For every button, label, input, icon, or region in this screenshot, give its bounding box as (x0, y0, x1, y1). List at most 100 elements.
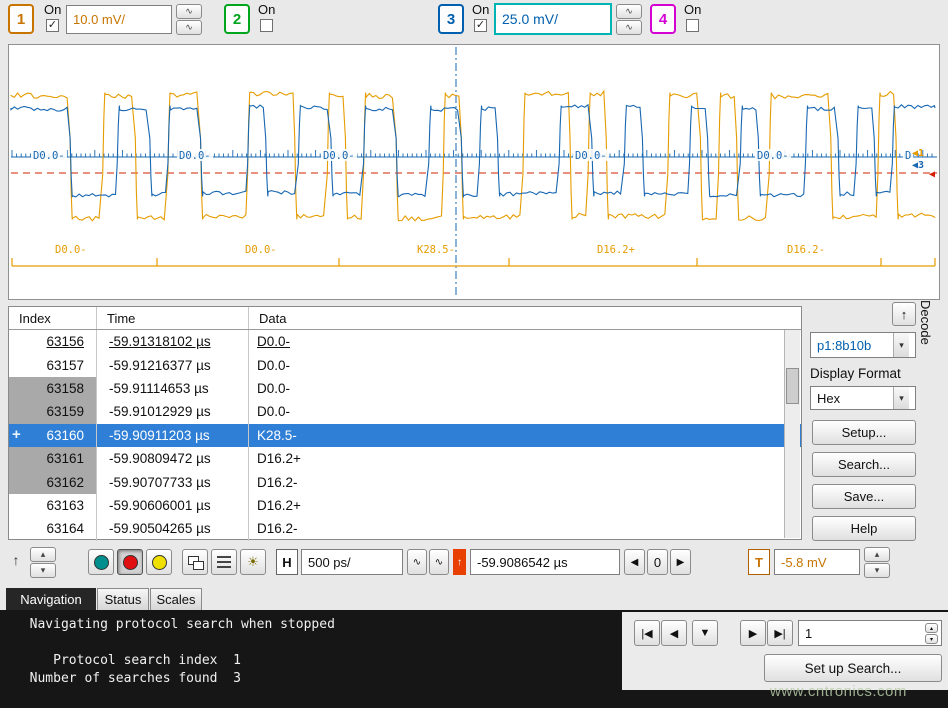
cell-time: -59.91114653 µs (97, 377, 249, 400)
spin-up-button[interactable]: ▴ (30, 547, 56, 562)
table-row[interactable]: 63159-59.91012929 µsD0.0- (9, 400, 801, 423)
horizontal-scale-field[interactable]: 500 ps/ (301, 549, 403, 575)
previous-result-button[interactable]: ◀ (661, 620, 687, 646)
channel-3-on-checkbox[interactable]: ✓ (474, 19, 487, 32)
cell-index: 63161 (9, 447, 97, 470)
svg-text:D: D (905, 150, 911, 162)
cell-data: D0.0- (249, 353, 801, 376)
channel-1-scale-up-button[interactable]: ∿ (176, 4, 202, 19)
channel-4-button[interactable]: 4 (650, 4, 676, 34)
svg-text:◀3: ◀3 (912, 160, 924, 171)
set-up-search-button[interactable]: Set up Search... (764, 654, 942, 682)
protocol-select[interactable]: p1:8b10b ▾ (810, 332, 916, 358)
table-row[interactable]: 63157-59.91216377 µsD0.0- (9, 353, 801, 376)
header-time: Time (97, 307, 249, 329)
svg-text:D0.0-: D0.0- (179, 150, 211, 162)
pan-left-button[interactable]: ◀ (624, 549, 645, 575)
waveform-display: D0.0-D0.0-K28.5-D16.2+D16.2-D0.0-D0.0-D0… (8, 44, 940, 300)
first-result-button[interactable]: |◀ (634, 620, 660, 646)
display-layout-button[interactable] (182, 549, 208, 575)
hscale-decrease-button[interactable]: ∿ (407, 549, 427, 575)
decode-panel-collapse-button[interactable]: ↑ (892, 302, 916, 326)
cell-time: -59.90606001 µs (97, 494, 249, 517)
table-row[interactable]: 63156-59.91318102 µsD0.0- (9, 330, 801, 353)
table-row[interactable]: 63164-59.90504265 µsD16.2- (9, 517, 801, 540)
channel-2-on-checkbox[interactable] (260, 19, 273, 32)
channel-3-button[interactable]: 3 (438, 4, 464, 34)
tab-status[interactable]: Status (97, 588, 149, 610)
channel-4-on-checkbox[interactable] (686, 19, 699, 32)
channel-3-scale-spinner: ∿ ∿ (616, 4, 642, 35)
tab-navigation[interactable]: Navigation (6, 588, 96, 610)
memory-yellow-button[interactable] (146, 549, 172, 575)
search-index-spinner: ▴ ▾ (925, 623, 938, 644)
channel-1-on-checkbox[interactable]: ✓ (46, 19, 59, 32)
pan-right-button[interactable]: ▶ (670, 549, 691, 575)
channel-3-scale-down-button[interactable]: ∿ (616, 20, 642, 35)
cell-index: 63156 (9, 330, 97, 353)
next-result-button[interactable]: ▶ (740, 620, 766, 646)
horizontal-menu-button[interactable]: H (276, 549, 298, 575)
save-button[interactable]: Save... (812, 484, 916, 509)
search-index-field[interactable]: 1 ▴ ▾ (798, 620, 942, 646)
vertical-spinner: ▴ ▾ (30, 547, 56, 578)
cell-time: -59.91318102 µs (97, 330, 249, 353)
up-arrow-icon: ↑ (901, 307, 908, 322)
chevron-down-icon: ▾ (893, 387, 909, 409)
spin-down-button[interactable]: ▾ (30, 563, 56, 578)
display-format-select[interactable]: Hex ▾ (810, 386, 916, 410)
protocol-select-value: p1:8b10b (817, 338, 871, 353)
decode-panel-tab[interactable]: Decode (918, 300, 933, 370)
watermark: www.cntronics.com (770, 683, 907, 700)
trigger-level-field[interactable]: -5.8 mV (774, 549, 860, 575)
table-row[interactable]: 63162-59.90707733 µsD16.2- (9, 470, 801, 493)
trigger-position-icon[interactable]: ↑ (453, 549, 466, 575)
channel-1-button[interactable]: 1 (8, 4, 34, 34)
trigger-menu-button[interactable]: T (748, 549, 770, 575)
setup-button[interactable]: Setup... (812, 420, 916, 445)
intensity-button[interactable]: ☀ (240, 549, 266, 575)
trigger-level-down-button[interactable]: ▾ (864, 563, 890, 578)
channel-1-scale-down-button[interactable]: ∿ (176, 20, 202, 35)
channel-1-scale-field[interactable]: 10.0 mV/ (66, 5, 172, 34)
tab-scales[interactable]: Scales (150, 588, 202, 610)
cell-time: -59.91216377 µs (97, 353, 249, 376)
zero-position-button[interactable]: 0 (647, 549, 668, 575)
right-arrow-icon: ▶ (749, 627, 757, 640)
channel-4-on-label: On (684, 2, 701, 17)
status-text: Navigating protocol search when stopped … (14, 616, 335, 688)
trigger-level-up-button[interactable]: ▴ (864, 547, 890, 562)
horizontal-position-field[interactable]: -59.9086542 µs (470, 549, 620, 575)
search-button[interactable]: Search... (812, 452, 916, 477)
overlay-mode-button[interactable] (211, 549, 237, 575)
table-row[interactable]: 63160-59.90911203 µsK28.5-+ (9, 424, 801, 447)
table-row[interactable]: 63158-59.91114653 µsD0.0- (9, 377, 801, 400)
red-circle-icon (123, 555, 138, 570)
index-down-button[interactable]: ▾ (925, 634, 938, 644)
last-icon: ▶| (774, 627, 785, 640)
sun-icon: ☀ (247, 554, 259, 570)
channel-3-scale-field[interactable]: 25.0 mV/ (494, 3, 612, 35)
cell-data: D16.2+ (249, 494, 801, 517)
channel-3-scale-up-button[interactable]: ∿ (616, 4, 642, 19)
index-up-button[interactable]: ▴ (925, 623, 938, 633)
cell-time: -59.90707733 µs (97, 470, 249, 493)
table-row[interactable]: 63161-59.90809472 µsD16.2+ (9, 447, 801, 470)
scrollbar-thumb[interactable] (786, 368, 799, 404)
table-header: Index Time Data (9, 307, 801, 330)
listing-scrollbar[interactable] (784, 330, 800, 538)
memory-teal-button[interactable] (88, 549, 114, 575)
display-format-label: Display Format (810, 366, 901, 381)
header-index: Index (9, 307, 97, 329)
table-row[interactable]: 63163-59.90606001 µsD16.2+ (9, 494, 801, 517)
marker-up-icon[interactable]: ↑ (6, 550, 26, 570)
channel-2-button[interactable]: 2 (224, 4, 250, 34)
table-body: 63156-59.91318102 µsD0.0-63157-59.912163… (9, 330, 801, 541)
help-button[interactable]: Help (812, 516, 916, 541)
svg-text:D0.0-: D0.0- (55, 244, 87, 256)
last-result-button[interactable]: ▶| (767, 620, 793, 646)
memory-red-button[interactable] (117, 549, 143, 575)
search-options-dropdown-button[interactable]: ▼ (692, 620, 718, 646)
svg-text:K28.5-: K28.5- (417, 244, 455, 256)
hscale-increase-button[interactable]: ∿ (429, 549, 449, 575)
